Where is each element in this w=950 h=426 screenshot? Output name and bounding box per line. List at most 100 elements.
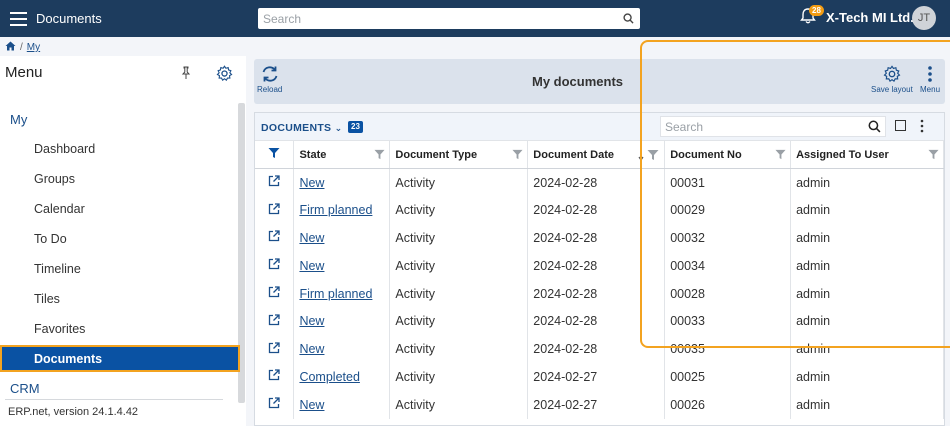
grid-kebab-icon[interactable] [920, 119, 924, 136]
document-type-cell: Activity [389, 307, 529, 336]
document-type-cell: Activity [389, 390, 529, 419]
notifications-bell-icon[interactable]: 28 [798, 5, 824, 28]
reload-icon [260, 65, 280, 85]
table-row[interactable]: Completed Activity 2024-02-27 00025 admin [255, 363, 944, 391]
open-document-icon[interactable] [255, 390, 295, 419]
grid-search-input[interactable] [661, 117, 868, 136]
home-icon[interactable] [5, 41, 16, 54]
document-no-cell: 00028 [664, 279, 792, 308]
kebab-menu-icon [927, 65, 933, 85]
column-label: Document Type [395, 148, 478, 161]
state-link[interactable]: Firm planned [299, 203, 372, 217]
table-row[interactable]: Firm planned Activity 2024-02-28 00028 admin [255, 279, 944, 308]
sidebar: Menu My Dashboard Groups Calendar To Do … [0, 56, 246, 426]
breadcrumb-my-link[interactable]: My [27, 42, 40, 53]
sidebar-group-my[interactable]: My [10, 112, 27, 127]
document-date-cell: 2024-02-28 [527, 168, 666, 197]
state-link[interactable]: New [299, 314, 324, 328]
column-header-document-date[interactable]: Document Date [527, 140, 666, 169]
column-header-document-type[interactable]: Document Type [389, 140, 529, 169]
column-header-assigned-to-user[interactable]: Assigned To User [790, 140, 944, 169]
chevron-down-icon: ⌄ [334, 123, 343, 133]
state-link[interactable]: Completed [299, 370, 359, 384]
state-link[interactable]: New [299, 342, 324, 356]
grid-title: DOCUMENTS [261, 122, 332, 134]
document-no-cell: 00034 [664, 251, 792, 280]
sidebar-item-todo[interactable]: To Do [34, 232, 67, 246]
document-no-cell: 00031 [664, 168, 792, 197]
document-count-badge: 23 [348, 121, 363, 133]
document-date-cell: 2024-02-28 [527, 335, 666, 364]
menu-button[interactable]: Menu [920, 65, 940, 94]
breadcrumb-separator: / [20, 42, 23, 53]
state-link[interactable]: New [299, 231, 324, 245]
documents-grid: DOCUMENTS ⌄ 23 State Document Type Docum… [254, 112, 945, 426]
assigned-user-cell: admin [790, 363, 944, 391]
breadcrumb: / My [5, 41, 40, 54]
grid-header-bar: DOCUMENTS ⌄ 23 [255, 113, 944, 140]
grid-search[interactable] [660, 116, 886, 137]
save-layout-button[interactable]: Save layout [871, 65, 913, 94]
grid-title-dropdown[interactable]: DOCUMENTS ⌄ [261, 122, 342, 134]
global-search-input[interactable] [258, 9, 619, 28]
reload-label: Reload [257, 85, 283, 94]
sidebar-item-favorites[interactable]: Favorites [34, 322, 85, 336]
sidebar-item-tiles[interactable]: Tiles [34, 292, 60, 306]
table-row[interactable]: New Activity 2024-02-28 00031 admin [255, 168, 944, 197]
select-all-checkbox[interactable] [895, 120, 906, 131]
document-type-cell: Activity [389, 168, 529, 197]
sidebar-item-timeline[interactable]: Timeline [34, 262, 81, 276]
table-row[interactable]: New Activity 2024-02-27 00026 admin [255, 390, 944, 419]
document-no-cell: 00035 [664, 335, 792, 364]
state-link[interactable]: New [299, 176, 324, 190]
pin-icon[interactable] [180, 66, 192, 83]
gear-icon[interactable] [216, 65, 233, 85]
open-document-icon[interactable] [255, 196, 295, 225]
sort-filter-icons[interactable] [638, 149, 660, 164]
company-name[interactable]: X-Tech MI Ltd. [826, 10, 914, 25]
global-search[interactable] [258, 8, 640, 29]
open-document-icon[interactable] [255, 363, 295, 391]
table-row[interactable]: New Activity 2024-02-28 00033 admin [255, 307, 944, 336]
state-link[interactable]: Firm planned [299, 287, 372, 301]
assigned-user-cell: admin [790, 196, 944, 225]
documents-table: State Document Type Document Date Docume… [255, 140, 944, 419]
filter-icon[interactable] [928, 149, 939, 163]
sidebar-item-documents[interactable]: Documents [0, 345, 240, 372]
sidebar-group-crm[interactable]: CRM [10, 381, 40, 396]
reload-button[interactable]: Reload [257, 65, 282, 94]
save-layout-gear-icon [882, 65, 902, 85]
avatar[interactable]: JT [912, 6, 936, 30]
sidebar-item-dashboard[interactable]: Dashboard [34, 142, 95, 156]
table-row[interactable]: New Activity 2024-02-28 00034 admin [255, 251, 944, 280]
document-no-cell: 00026 [664, 390, 792, 419]
document-no-cell: 00032 [664, 224, 792, 252]
hamburger-menu-icon[interactable] [0, 0, 36, 37]
filter-icon[interactable] [775, 149, 786, 163]
open-document-icon[interactable] [255, 168, 295, 197]
column-header-state[interactable]: State [293, 140, 391, 169]
document-date-cell: 2024-02-28 [527, 307, 666, 336]
filter-icon[interactable] [374, 149, 385, 163]
open-document-icon[interactable] [255, 251, 295, 280]
filter-icon[interactable] [512, 149, 523, 163]
open-document-icon[interactable] [255, 335, 295, 364]
filter-toggle-icon[interactable] [255, 140, 295, 169]
app-title: Documents [36, 11, 102, 26]
search-icon[interactable] [619, 10, 637, 28]
column-label: Document Date [533, 148, 614, 161]
table-row[interactable]: New Activity 2024-02-28 00032 admin [255, 224, 944, 252]
state-link[interactable]: New [299, 259, 324, 273]
table-row[interactable]: Firm planned Activity 2024-02-28 00029 admin [255, 196, 944, 225]
search-icon[interactable] [868, 120, 881, 133]
open-document-icon[interactable] [255, 307, 295, 336]
version-text: ERP.net, version 24.1.4.42 [8, 406, 139, 418]
sidebar-item-calendar[interactable]: Calendar [34, 202, 85, 216]
open-document-icon[interactable] [255, 279, 295, 308]
sidebar-item-groups[interactable]: Groups [34, 172, 75, 186]
state-link[interactable]: New [299, 398, 324, 412]
column-header-document-no[interactable]: Document No [664, 140, 792, 169]
open-document-icon[interactable] [255, 224, 295, 252]
table-row[interactable]: New Activity 2024-02-28 00035 admin [255, 335, 944, 364]
document-type-cell: Activity [389, 224, 529, 252]
